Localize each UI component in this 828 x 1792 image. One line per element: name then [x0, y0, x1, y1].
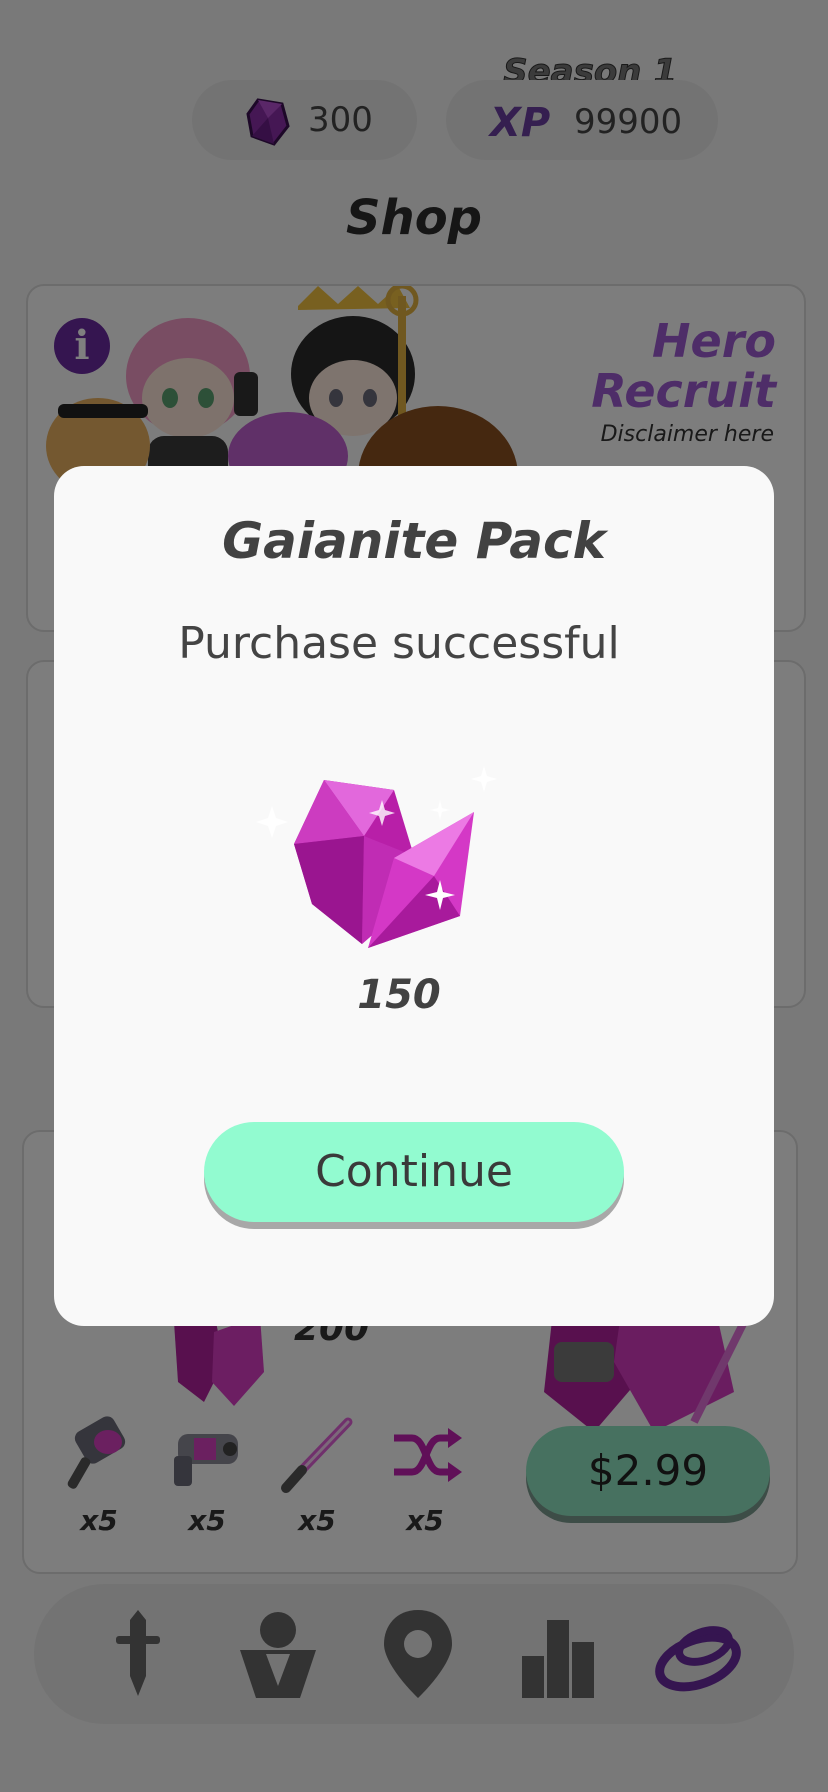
continue-button[interactable]: Continue [204, 1122, 624, 1222]
dialog-title: Gaianite Pack [222, 512, 606, 570]
purchase-success-dialog: Gaianite Pack Purchase successful 150 Co… [54, 466, 774, 1326]
dialog-message: Purchase successful [178, 618, 620, 669]
dialog-gem-amount: 150 [357, 972, 441, 1018]
gaianite-crystal-icon [256, 766, 497, 948]
